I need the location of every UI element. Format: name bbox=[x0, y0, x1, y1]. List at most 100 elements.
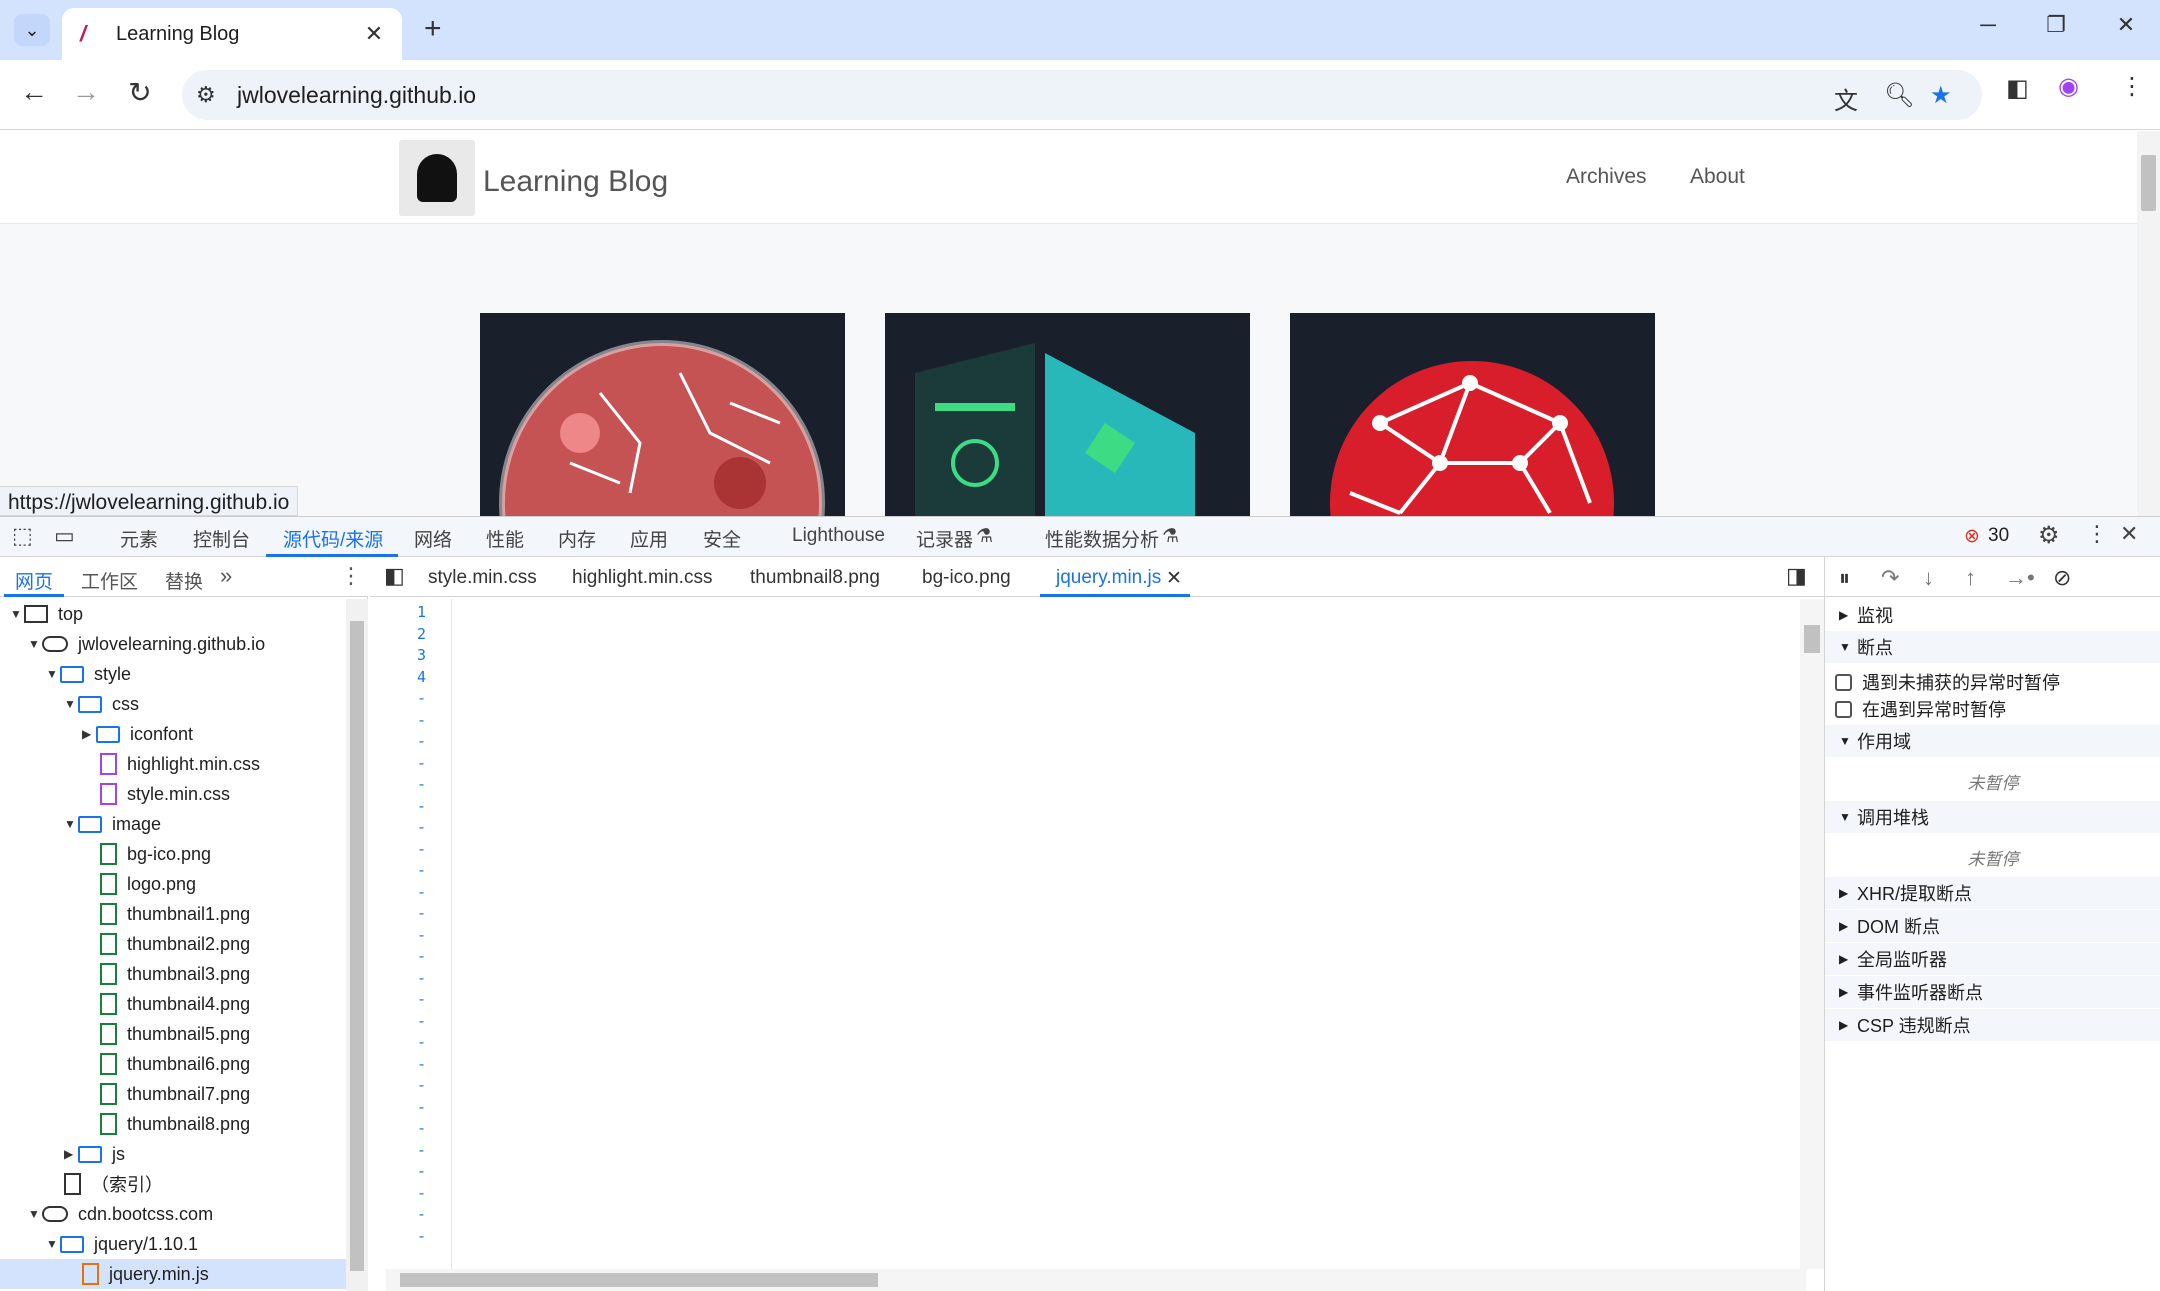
tree-item-file-selected[interactable]: jquery.min.js bbox=[0, 1259, 346, 1289]
tree-item-folder[interactable]: ▼ style bbox=[46, 659, 131, 689]
section-event-listener-breakpoints[interactable]: ▶ 事件监听器断点 bbox=[1825, 976, 2160, 1008]
line-number[interactable]: - bbox=[370, 689, 426, 707]
line-number[interactable]: - bbox=[370, 1141, 426, 1159]
line-number[interactable]: 2 bbox=[370, 625, 426, 643]
line-number[interactable]: - bbox=[370, 1076, 426, 1094]
blog-logo[interactable] bbox=[399, 140, 475, 216]
step-out-icon[interactable]: ↑ bbox=[1965, 565, 1976, 591]
line-number[interactable]: - bbox=[370, 1012, 426, 1030]
line-number[interactable]: - bbox=[370, 754, 426, 772]
editor-vertical-scrollbar[interactable] bbox=[1800, 599, 1824, 1269]
line-number[interactable]: - bbox=[370, 1119, 426, 1137]
code-content[interactable] bbox=[462, 599, 1802, 1269]
close-file-icon[interactable]: ✕ bbox=[1166, 567, 1182, 590]
site-info-icon[interactable]: ⚙ bbox=[196, 82, 216, 108]
section-breakpoints[interactable]: ▼ 断点 bbox=[1825, 631, 2160, 663]
error-count[interactable]: 30 bbox=[1988, 525, 2009, 547]
tree-item-file[interactable]: bg-ico.png bbox=[100, 839, 211, 869]
section-call-stack[interactable]: ▼ 调用堆栈 bbox=[1825, 801, 2160, 833]
line-number[interactable]: - bbox=[370, 1205, 426, 1223]
toggle-navigator-icon[interactable]: ◧ bbox=[384, 563, 405, 589]
tree-item-file[interactable]: thumbnail4.png bbox=[100, 989, 250, 1019]
profile-avatar[interactable]: ◉ bbox=[2058, 72, 2079, 101]
line-number[interactable]: - bbox=[370, 818, 426, 836]
tab-search-button[interactable]: ⌄ bbox=[14, 14, 50, 46]
file-tab[interactable]: bg-ico.png bbox=[922, 567, 1011, 589]
section-scope[interactable]: ▼ 作用域 bbox=[1825, 725, 2160, 757]
line-number[interactable]: - bbox=[370, 926, 426, 944]
line-number[interactable]: 4 bbox=[370, 668, 426, 686]
pause-caught-checkbox[interactable]: 在遇到异常时暂停 bbox=[1835, 696, 2160, 722]
forward-button[interactable]: → bbox=[66, 76, 106, 108]
tree-item-file[interactable]: thumbnail7.png bbox=[100, 1079, 250, 1109]
checkbox-box[interactable] bbox=[1835, 673, 1852, 691]
navigator-scrollbar[interactable] bbox=[346, 599, 368, 1291]
line-number[interactable]: - bbox=[370, 990, 426, 1008]
device-toolbar-icon[interactable]: ▭ bbox=[54, 523, 75, 549]
line-number[interactable]: - bbox=[370, 904, 426, 922]
back-button[interactable]: ← bbox=[14, 76, 54, 108]
line-number[interactable]: - bbox=[370, 969, 426, 987]
close-window-button[interactable]: ✕ bbox=[2106, 12, 2146, 38]
line-number[interactable]: - bbox=[370, 947, 426, 965]
inspect-element-icon[interactable]: ⬚ bbox=[12, 523, 33, 549]
close-devtools-icon[interactable]: ✕ bbox=[2120, 521, 2138, 547]
nav-archives-link[interactable]: Archives bbox=[1566, 165, 1647, 189]
tree-item-file[interactable]: （索引） bbox=[64, 1169, 163, 1199]
section-csp-breakpoints[interactable]: ▶ CSP 违规断点 bbox=[1825, 1009, 2160, 1041]
pause-icon[interactable]: ⏸ bbox=[1839, 565, 1850, 591]
nav-tab-overrides[interactable]: 替换 bbox=[165, 567, 203, 594]
tree-item-file[interactable]: style.min.css bbox=[100, 779, 230, 809]
line-number[interactable]: - bbox=[370, 775, 426, 793]
line-number[interactable]: - bbox=[370, 1227, 426, 1245]
line-number[interactable]: - bbox=[370, 732, 426, 750]
tab-network[interactable]: 网络 bbox=[414, 525, 452, 552]
tab-performance-insights[interactable]: 性能数据分析 bbox=[1045, 525, 1159, 552]
line-number[interactable]: - bbox=[370, 1162, 426, 1180]
editor-hscroll-thumb[interactable] bbox=[400, 1273, 878, 1287]
file-tab-active[interactable]: jquery.min.js bbox=[1056, 567, 1161, 589]
tree-item-top[interactable]: ▼ top bbox=[10, 599, 83, 629]
line-number[interactable]: - bbox=[370, 1055, 426, 1073]
tree-item-folder[interactable]: ▶ js bbox=[64, 1139, 125, 1169]
minimize-button[interactable]: ─ bbox=[1968, 12, 2008, 38]
tab-memory[interactable]: 内存 bbox=[558, 525, 596, 552]
section-global-listeners[interactable]: ▶ 全局监听器 bbox=[1825, 943, 2160, 975]
deactivate-breakpoints-icon[interactable]: ⊘ bbox=[2053, 565, 2071, 591]
file-tab[interactable]: style.min.css bbox=[428, 567, 537, 589]
more-options-icon[interactable]: ⋮ bbox=[2086, 521, 2108, 547]
step-into-icon[interactable]: ↓ bbox=[1923, 565, 1934, 591]
tree-item-file[interactable]: thumbnail1.png bbox=[100, 899, 250, 929]
line-number[interactable]: 1 bbox=[370, 603, 426, 621]
line-number[interactable]: - bbox=[370, 1033, 426, 1051]
tab-console[interactable]: 控制台 bbox=[193, 525, 250, 552]
tree-item-folder[interactable]: ▶ iconfont bbox=[82, 719, 193, 749]
pause-uncaught-checkbox[interactable]: 遇到未捕获的异常时暂停 bbox=[1835, 669, 2160, 695]
step-icon[interactable]: →• bbox=[2005, 565, 2035, 591]
post-thumbnail[interactable] bbox=[480, 313, 845, 516]
side-panel-icon[interactable]: ◧ bbox=[2006, 74, 2029, 103]
restore-button[interactable]: ❐ bbox=[2036, 12, 2076, 38]
checkbox-box[interactable] bbox=[1835, 700, 1852, 718]
tree-item-file[interactable]: highlight.min.css bbox=[100, 749, 260, 779]
tree-item-file[interactable]: thumbnail3.png bbox=[100, 959, 250, 989]
navigator-menu-icon[interactable]: ⋮ bbox=[340, 563, 362, 589]
file-tab[interactable]: thumbnail8.png bbox=[750, 567, 880, 589]
zoom-icon[interactable]: 🔍︎ bbox=[1884, 81, 1914, 110]
settings-gear-icon[interactable]: ⚙ bbox=[2038, 521, 2060, 550]
tab-sources[interactable]: 源代码/来源 bbox=[283, 525, 383, 552]
bookmark-star-icon[interactable]: ★ bbox=[1930, 81, 1952, 110]
translate-icon[interactable]: 文 bbox=[1834, 81, 1858, 116]
tree-item-file[interactable]: thumbnail2.png bbox=[100, 929, 250, 959]
more-tabs-icon[interactable]: » bbox=[220, 563, 232, 589]
tab-security[interactable]: 安全 bbox=[703, 525, 741, 552]
tab-application[interactable]: 应用 bbox=[630, 525, 668, 552]
editor-vscroll-thumb[interactable] bbox=[1804, 625, 1820, 653]
nav-tab-page[interactable]: 网页 bbox=[15, 567, 53, 594]
tree-item-folder[interactable]: ▼ css bbox=[64, 689, 139, 719]
page-scrollbar[interactable] bbox=[2137, 131, 2160, 516]
reload-button[interactable]: ↻ bbox=[120, 76, 160, 109]
tree-item-file[interactable]: logo.png bbox=[100, 869, 196, 899]
tree-item-domain[interactable]: ▼ jwlovelearning.github.io bbox=[28, 629, 265, 659]
tab-recorder[interactable]: 记录器 bbox=[916, 525, 973, 552]
